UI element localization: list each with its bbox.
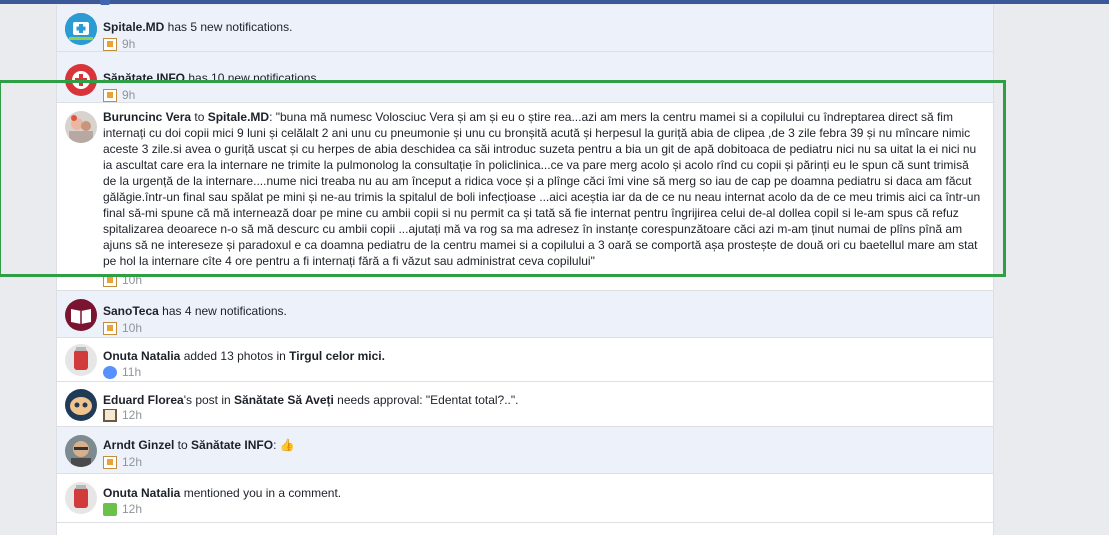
notification-actor[interactable]: Eduard Florea [103,393,184,407]
notification-meta: 12h [103,408,142,424]
notification-meta: 9h [103,37,135,53]
notification-target[interactable]: Sănătate INFO [191,438,273,452]
flag-icon [103,322,117,335]
avatar[interactable] [65,482,97,514]
notification-item[interactable]: Spitale.MD has 5 new notifications. 9h [57,5,993,52]
notification-meta: 11h [103,365,141,381]
notification-time[interactable]: 10h [122,321,142,335]
notification-target[interactable]: Sănătate Să Aveți [234,393,334,407]
notification-item[interactable]: Sănătate INFO has 10 new notifications. … [57,52,993,103]
notification-item[interactable]: Arndt Ginzel to Sănătate INFO: 👍 12h [57,427,993,474]
notification-actor[interactable]: SanoTeca [103,304,159,318]
notification-time[interactable]: 10h [122,273,142,287]
notification-actor[interactable]: Sănătate INFO [103,71,185,85]
book-icon [103,409,117,422]
notification-text: Arndt Ginzel to Sănătate INFO: 👍 [103,438,295,452]
avatar[interactable] [65,13,97,45]
notification-text: SanoTeca has 4 new notifications. [103,304,287,318]
flag-icon [103,89,117,102]
notification-text: Buruncinc Vera to Spitale.MD: "buna mă n… [103,110,981,268]
notification-meta: 9h [103,88,135,104]
notification-actor[interactable]: Arndt Ginzel [103,438,174,452]
notification-text: Spitale.MD has 5 new notifications. [103,20,293,34]
top-nav-bar [0,0,1109,7]
notification-actor[interactable]: Buruncinc Vera [103,110,191,124]
notification-text: Onuta Natalia mentioned you in a comment… [103,486,342,500]
flag-icon [103,274,117,287]
avatar[interactable] [65,111,97,143]
user-photo-icon [65,389,97,421]
notification-time[interactable]: 11h [122,365,141,379]
avatar[interactable] [65,435,97,467]
notification-text: Onuta Natalia added 13 photos in Tirgul … [103,349,385,363]
notifications-panel: Spitale.MD has 5 new notifications. 9h S… [56,5,994,535]
sanatate-info-logo-icon [65,64,97,96]
post-text: : "buna mă numesc Volosciuc Vera și am ș… [103,110,981,268]
notification-item[interactable]: Onuta Natalia mentioned you in a comment… [57,474,993,523]
notification-time[interactable]: 9h [122,88,135,102]
flag-icon [103,456,117,469]
user-photo-icon [65,435,97,467]
thumbs-up-icon: : 👍 [273,438,295,452]
notification-item[interactable]: Onuta Natalia added 13 photos in Tirgul … [57,338,993,382]
book-logo-icon [65,299,97,331]
avatar[interactable] [65,299,97,331]
comment-icon [103,503,117,516]
notification-meta: 10h [103,273,142,289]
avatar[interactable] [65,389,97,421]
notification-target[interactable]: Tirgul celor mici. [289,349,385,363]
spitale-md-logo-icon [65,13,97,45]
avatar[interactable] [65,64,97,96]
notification-actor[interactable]: Onuta Natalia [103,486,180,500]
user-photo-icon [65,344,97,376]
notification-item[interactable]: SanoTeca has 4 new notifications. 10h [57,291,993,338]
notification-item[interactable]: Eduard Florea's post in Sănătate Să Aveț… [57,382,993,427]
notification-time[interactable]: 12h [122,455,142,469]
notification-time[interactable]: 12h [122,502,142,516]
notification-time[interactable]: 12h [122,408,142,422]
notification-text: Sănătate INFO has 10 new notifications. [103,71,320,85]
flag-icon [103,38,117,51]
user-photo-icon [65,111,97,143]
user-photo-icon [65,482,97,514]
notification-item[interactable]: Buruncinc Vera to Spitale.MD: "buna mă n… [57,103,993,291]
notification-meta: 10h [103,321,142,337]
avatar[interactable] [65,344,97,376]
notification-meta: 12h [103,455,142,471]
notification-text: Eduard Florea's post in Sănătate Să Aveț… [103,393,519,407]
notification-actor[interactable]: Spitale.MD [103,20,164,34]
notification-meta: 12h [103,502,142,518]
notification-time[interactable]: 9h [122,37,135,51]
notification-target[interactable]: Spitale.MD [208,110,269,124]
photos-icon [103,366,117,379]
notification-actor[interactable]: Onuta Natalia [103,349,180,363]
